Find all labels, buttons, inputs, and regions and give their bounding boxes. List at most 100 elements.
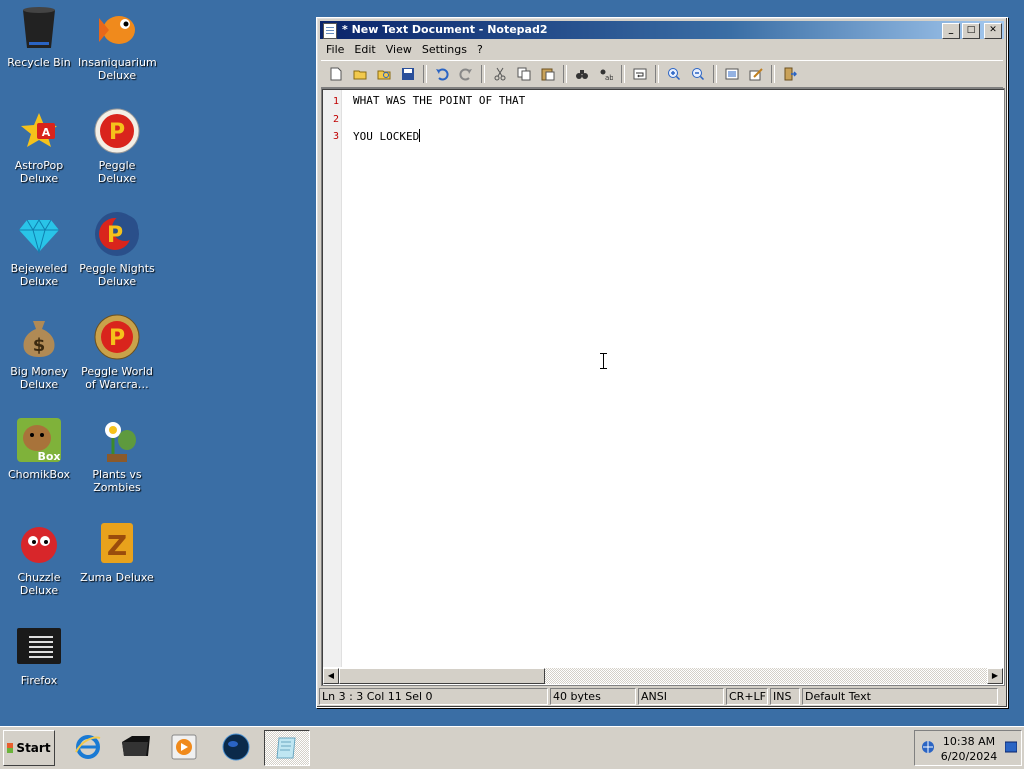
save-icon[interactable] bbox=[397, 64, 419, 84]
astropop-icon: A bbox=[15, 107, 63, 155]
zoom-out-icon[interactable] bbox=[687, 64, 709, 84]
notepad-icon[interactable] bbox=[323, 23, 337, 39]
toolbar-separator bbox=[563, 65, 567, 83]
status-line-endings[interactable]: CR+LF bbox=[726, 688, 768, 705]
desktop-icon-chomikbox[interactable]: Box ChomikBox bbox=[0, 416, 78, 481]
scroll-left-arrow-icon[interactable]: ◀ bbox=[323, 668, 339, 684]
line-number-gutter: 1 2 3 bbox=[323, 90, 342, 667]
desktop-icon-peggle-nights[interactable]: P Peggle Nights Deluxe bbox=[78, 210, 156, 288]
globe-icon[interactable] bbox=[214, 730, 258, 764]
copy-icon[interactable] bbox=[513, 64, 535, 84]
desktop-icon-label: Firefox bbox=[20, 674, 58, 687]
gem-icon bbox=[15, 210, 63, 258]
desktop-icon-big-money[interactable]: $ Big Money Deluxe bbox=[0, 313, 78, 391]
menu-settings[interactable]: Settings bbox=[417, 41, 472, 59]
editor-line-text: YOU LOCKED bbox=[353, 130, 420, 143]
menu-file[interactable]: File bbox=[321, 41, 349, 59]
svg-text:P: P bbox=[109, 326, 125, 351]
status-size: 40 bytes bbox=[550, 688, 636, 705]
windows-flag-icon bbox=[7, 743, 14, 753]
peggle-icon: P bbox=[93, 107, 141, 155]
redo-icon[interactable] bbox=[455, 64, 477, 84]
network-icon[interactable] bbox=[921, 740, 935, 757]
menu-view[interactable]: View bbox=[381, 41, 417, 59]
menu-edit[interactable]: Edit bbox=[349, 41, 380, 59]
zuma-icon: Z bbox=[93, 519, 141, 567]
line-number: 1 bbox=[332, 96, 339, 107]
text-caret bbox=[419, 129, 421, 142]
open-icon[interactable] bbox=[349, 64, 371, 84]
desktop-icon-firefox[interactable]: Firefox bbox=[0, 622, 78, 687]
status-scheme[interactable]: Default Text bbox=[802, 688, 998, 705]
desktop-icon-zuma[interactable]: Z Zuma Deluxe bbox=[78, 519, 156, 584]
desktop-icon-astropop[interactable]: A AstroPop Deluxe bbox=[0, 107, 78, 185]
show-desktop-icon[interactable] bbox=[1004, 741, 1018, 756]
window-controls: _ □ ✕ bbox=[942, 23, 1002, 39]
word-wrap-icon[interactable] bbox=[629, 64, 651, 84]
recycle-bin-icon bbox=[15, 4, 63, 52]
notepad2-taskbar-icon bbox=[276, 737, 296, 759]
scrollbar-thumb[interactable] bbox=[339, 668, 545, 684]
line-number: 3 bbox=[332, 131, 339, 142]
start-label: Start bbox=[16, 741, 51, 755]
cut-icon[interactable] bbox=[489, 64, 511, 84]
scheme-icon[interactable] bbox=[721, 64, 743, 84]
svg-text:$: $ bbox=[33, 335, 46, 356]
replace-icon[interactable]: ab bbox=[595, 64, 617, 84]
undo-icon[interactable] bbox=[431, 64, 453, 84]
plants-vs-zombies-icon bbox=[93, 416, 141, 464]
minimize-button[interactable]: _ bbox=[942, 23, 960, 39]
media-player-icon[interactable] bbox=[162, 730, 206, 764]
svg-text:P: P bbox=[109, 120, 125, 145]
toolbar: ab bbox=[321, 60, 1003, 88]
desktop-icon-label: Chuzzle Deluxe bbox=[17, 571, 61, 597]
editor-line[interactable]: WHAT WAS THE POINT OF THAT bbox=[353, 94, 525, 107]
toolbar-separator bbox=[621, 65, 625, 83]
chuzzle-icon bbox=[15, 519, 63, 567]
close-button[interactable]: ✕ bbox=[984, 23, 1002, 39]
desktop-icon-plants-vs-zombies[interactable]: Plants vs Zombies bbox=[78, 416, 156, 494]
window-titlebar[interactable]: * New Text Document - Notepad2 _ □ ✕ bbox=[320, 21, 1004, 39]
desktop-icon-bejeweled[interactable]: Bejeweled Deluxe bbox=[0, 210, 78, 288]
desktop-icon-insaniquarium[interactable]: Insaniquarium Deluxe bbox=[78, 4, 157, 82]
zoom-in-icon[interactable] bbox=[663, 64, 685, 84]
menu-help[interactable]: ? bbox=[472, 41, 488, 59]
desktop-icon-peggle[interactable]: P Peggle Deluxe bbox=[78, 107, 156, 185]
find-icon[interactable] bbox=[571, 64, 593, 84]
firefox-icon bbox=[15, 622, 63, 670]
internet-explorer-icon[interactable] bbox=[66, 730, 110, 764]
window-title: * New Text Document - Notepad2 bbox=[342, 23, 548, 36]
media-folder-icon[interactable] bbox=[114, 730, 158, 764]
chomikbox-icon: Box bbox=[15, 416, 63, 464]
mouse-cursor-ibeam bbox=[600, 353, 607, 369]
desktop-icon-peggle-wow[interactable]: P Peggle World of Warcra… bbox=[78, 313, 156, 391]
toolbar-separator bbox=[481, 65, 485, 83]
svg-text:Box: Box bbox=[37, 450, 60, 463]
paste-icon[interactable] bbox=[537, 64, 559, 84]
horizontal-scrollbar[interactable]: ◀ ▶ bbox=[323, 668, 1003, 684]
status-insert-mode[interactable]: INS bbox=[770, 688, 800, 705]
text-editor[interactable]: 1 2 3 WHAT WAS THE POINT OF THAT YOU LOC… bbox=[321, 88, 1005, 686]
desktop-icon-label: Bejeweled Deluxe bbox=[10, 262, 68, 288]
money-bag-icon: $ bbox=[15, 313, 63, 361]
new-icon[interactable] bbox=[325, 64, 347, 84]
editor-line[interactable]: YOU LOCKED bbox=[353, 129, 421, 143]
customize-scheme-icon[interactable] bbox=[745, 64, 767, 84]
scroll-right-arrow-icon[interactable]: ▶ bbox=[987, 668, 1003, 684]
start-button[interactable]: Start bbox=[3, 730, 55, 766]
clock-date: 6/20/2024 bbox=[940, 750, 998, 763]
desktop-icon-recycle-bin[interactable]: Recycle Bin bbox=[0, 4, 78, 69]
svg-text:ab: ab bbox=[605, 74, 613, 81]
desktop-icon-label: Insaniquarium Deluxe bbox=[78, 56, 157, 82]
clock[interactable]: 10:38 AM 6/20/2024 bbox=[939, 734, 999, 764]
menu-bar: File Edit View Settings ? bbox=[321, 41, 1003, 59]
desktop-icon-label: Recycle Bin bbox=[7, 56, 71, 69]
maximize-button[interactable]: □ bbox=[962, 23, 980, 39]
exit-icon[interactable] bbox=[779, 64, 801, 84]
system-tray: 10:38 AM 6/20/2024 bbox=[914, 730, 1022, 766]
status-encoding[interactable]: ANSI bbox=[638, 688, 724, 705]
peggle-nights-icon: P bbox=[93, 210, 141, 258]
browse-icon[interactable] bbox=[373, 64, 395, 84]
desktop-icon-chuzzle[interactable]: Chuzzle Deluxe bbox=[0, 519, 78, 597]
taskbar-notepad2-button[interactable] bbox=[264, 730, 310, 766]
